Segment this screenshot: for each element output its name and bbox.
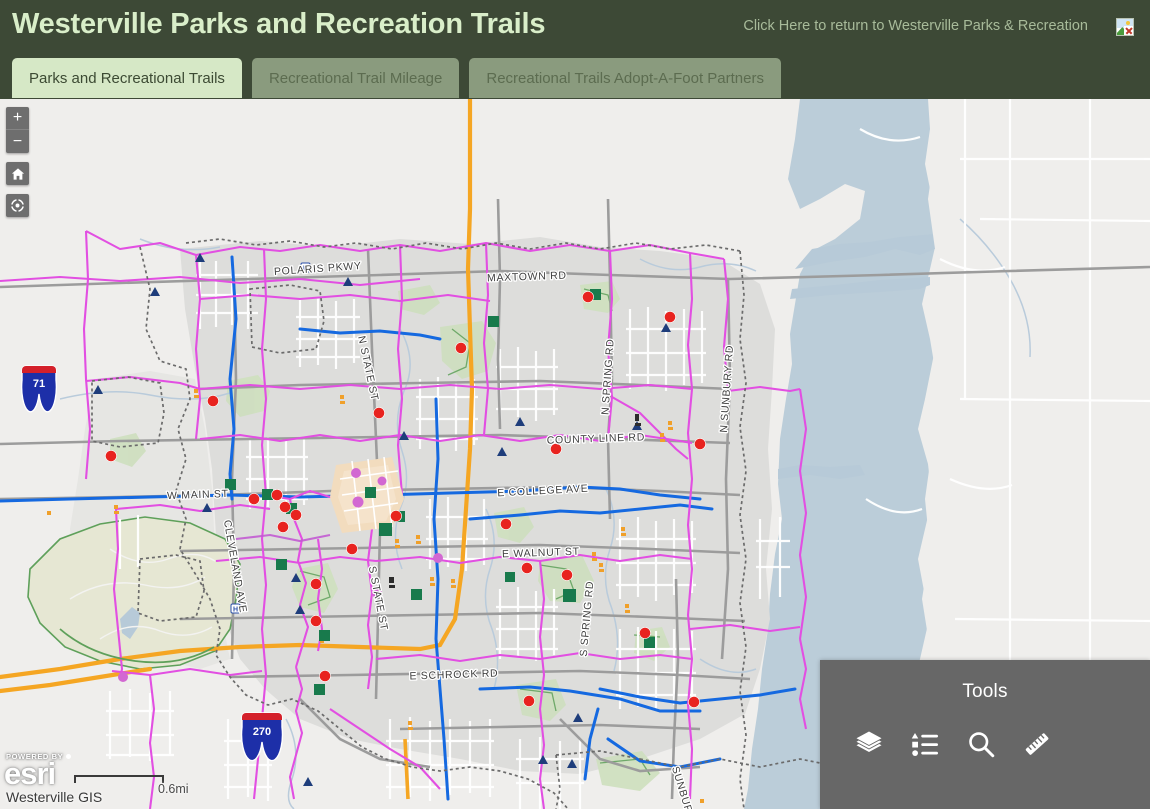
svg-text:270: 270 — [253, 726, 271, 738]
tab-parks-and-recreational-trails[interactable]: Parks and Recreational Trails — [12, 58, 242, 98]
tools-panel-title: Tools — [962, 681, 1008, 702]
tab-recreational-trails-adopt-a-foot-partners[interactable]: Recreational Trails Adopt-A-Foot Partner… — [469, 58, 781, 98]
tab-bar: Parks and Recreational Trails Recreation… — [12, 58, 781, 98]
layers-icon — [856, 731, 882, 752]
zoom-out-label: − — [12, 132, 23, 150]
esri-globe-icon — [66, 754, 72, 760]
legend-button[interactable] — [908, 727, 942, 761]
zoom-control-group: + − — [6, 107, 29, 153]
scale-bar-label: 0.6mi — [158, 782, 189, 796]
tab-label: Recreational Trail Mileage — [268, 69, 443, 87]
home-button[interactable] — [6, 162, 29, 185]
search-button[interactable] — [964, 727, 998, 761]
broken-image-icon[interactable] — [1116, 18, 1134, 36]
locate-control-group — [6, 194, 29, 217]
legend-icon — [911, 733, 938, 756]
return-link[interactable]: Click Here to return to Westerville Park… — [743, 18, 1088, 34]
esri-logo: esri — [4, 756, 56, 792]
measure-icon — [1025, 733, 1049, 755]
tools-panel: Tools — [820, 660, 1150, 809]
locate-button[interactable] — [6, 194, 29, 217]
zoom-in-label: + — [12, 109, 23, 126]
layer-list-button[interactable] — [852, 727, 886, 761]
page-title: Westerville Parks and Recreation Trails — [12, 8, 546, 40]
trails-web-app: H H POLARIS PKWY MAXTOWN RD N STATE ST N… — [0, 0, 1150, 809]
svg-text:71: 71 — [33, 378, 45, 390]
tab-label: Recreational Trails Adopt-A-Foot Partner… — [486, 69, 764, 87]
attribution: POWERED BY esri Westerville GIS — [4, 752, 102, 805]
org-label: Westerville GIS — [6, 789, 103, 805]
tools-icon-row — [820, 727, 1150, 761]
map-controls: + − — [6, 107, 29, 217]
locate-icon — [10, 198, 25, 213]
search-icon — [969, 732, 995, 758]
zoom-out-button[interactable]: − — [6, 130, 29, 153]
tab-recreational-trail-mileage[interactable]: Recreational Trail Mileage — [251, 58, 460, 98]
zoom-in-button[interactable]: + — [6, 107, 29, 130]
home-control-group — [6, 162, 29, 185]
map-label: W MAIN ST — [167, 488, 229, 502]
home-icon — [11, 167, 24, 180]
map-canvas[interactable]: H H POLARIS PKWY MAXTOWN RD N STATE ST N… — [0, 99, 1150, 809]
tab-label: Parks and Recreational Trails — [29, 69, 225, 87]
measurement-button[interactable] — [1020, 727, 1054, 761]
